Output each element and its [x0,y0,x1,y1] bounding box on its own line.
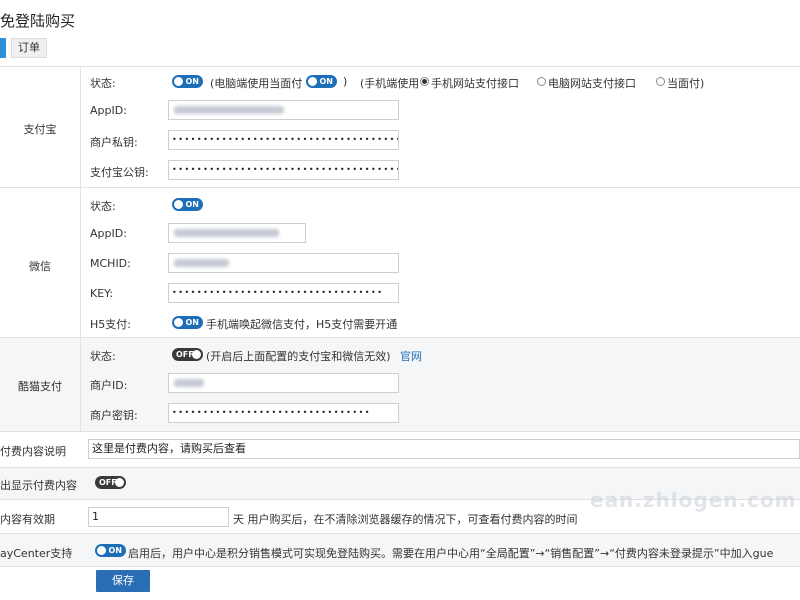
divider [0,187,800,188]
alipay-status-label: 状态: [90,77,116,90]
alipay-private-key-label: 商户私钥: [90,136,138,149]
redacted-value [174,106,284,114]
paycenter-toggle[interactable]: ON [95,544,126,557]
kumao-status-toggle[interactable]: OFF [172,348,203,361]
wechat-mchid-label: MCHID: [90,257,131,270]
show-paid-toggle[interactable]: OFF [95,476,126,489]
toggle-state: ON [185,318,200,327]
toggle-knob [97,546,106,555]
radio-mobile-web[interactable] [420,77,429,86]
divider [0,337,800,338]
divider [0,566,800,567]
validity-label: 内容有效期 [0,513,55,526]
divider [0,533,800,534]
radio-f2f[interactable] [656,77,665,86]
wechat-h5-note: 手机端唤起微信支付，H5支付需要开通 [206,318,398,331]
toggle-knob [115,478,124,487]
validity-note: 天 用户购买后，在不清除浏览器缓存的情况下，可查看付费内容的时间 [233,513,578,526]
radio-pc-web[interactable] [537,77,546,86]
toggle-state: ON [185,77,200,86]
toggle-knob [174,318,183,327]
show-paid-label: 出显示付费内容 [0,479,77,492]
toggle-state: ON [185,200,200,209]
toggle-knob [174,77,183,86]
wechat-key-input[interactable]: •••••••••••••••••••••••••••••••••• [168,283,399,303]
kumao-status-label: 状态: [90,350,116,363]
watermark: ean.zhlogen.com [590,488,797,512]
wechat-appid-input[interactable] [168,223,306,243]
radio-mobile-web-label[interactable]: 手机网站支付接口 [431,75,519,91]
alipay-pc-f2f-text: (电脑端使用当面付 [210,77,303,90]
alipay-pc-f2f-toggle[interactable]: ON [306,75,337,88]
alipay-public-key-label: 支付宝公钥: [90,166,149,179]
paycenter-label: ayCenter支持 [0,547,73,560]
toggle-knob [192,350,201,359]
alipay-appid-input[interactable] [168,100,399,120]
radio-pc-web-label[interactable]: 电脑网站支付接口 [548,75,636,91]
wechat-status-toggle[interactable]: ON [172,198,203,211]
alipay-private-key-input[interactable]: ••••••••••••••••••••••••••••••••••••••••… [168,130,399,150]
alipay-mobile-label: (手机端使用 [360,77,420,90]
wechat-h5-label: H5支付: [90,318,131,331]
kumao-merchant-id-label: 商户ID: [90,379,128,392]
page-title: 免登陆购买 [0,12,76,30]
divider [0,467,800,468]
divider [0,431,800,432]
radio-f2f-label[interactable]: 当面付) [667,75,704,91]
wechat-mchid-input[interactable] [168,253,399,273]
wechat-h5-toggle[interactable]: ON [172,316,203,329]
paid-desc-label: 付费内容说明 [0,445,66,458]
toggle-knob [174,200,183,209]
alipay-paren-close: ) [343,75,348,88]
wechat-status-label: 状态: [90,200,116,213]
redacted-value [174,379,204,387]
kumao-section-label: 酷猫支付 [18,380,62,393]
alipay-status-toggle[interactable]: ON [172,75,203,88]
kumao-merchant-key-input[interactable]: •••••••••••••••••••••••••••••••• [168,403,399,423]
validity-input[interactable]: 1 [88,507,229,527]
alipay-appid-label: AppID: [90,104,127,117]
kumao-merchant-key-label: 商户密钥: [90,409,138,422]
tab-accent-bar[interactable] [0,38,6,58]
tab-order[interactable]: 订单 [11,38,47,58]
column-divider [80,66,81,431]
wechat-appid-label: AppID: [90,227,127,240]
toggle-knob [308,77,317,86]
kumao-status-note: (开启后上面配置的支付宝和微信无效) [206,350,391,363]
wechat-key-label: KEY: [90,287,114,300]
alipay-section-label: 支付宝 [23,123,57,136]
toggle-state: ON [108,546,123,555]
save-button[interactable]: 保存 [96,570,150,592]
toggle-state: ON [319,77,334,86]
redacted-value [174,259,229,267]
paid-desc-input[interactable]: 这里是付费内容，请购买后查看 [88,439,800,459]
paycenter-note: 启用后，用户中心是积分销售模式可实现免登陆购买。需要在用户中心用“全局配置”→“… [128,547,774,560]
divider [0,66,800,67]
alipay-public-key-input[interactable]: ••••••••••••••••••••••••••••••••••••••••… [168,160,399,180]
redacted-value [174,229,279,237]
kumao-official-link[interactable]: 官网 [400,348,422,364]
wechat-section-label: 微信 [29,260,51,273]
kumao-merchant-id-input[interactable] [168,373,399,393]
